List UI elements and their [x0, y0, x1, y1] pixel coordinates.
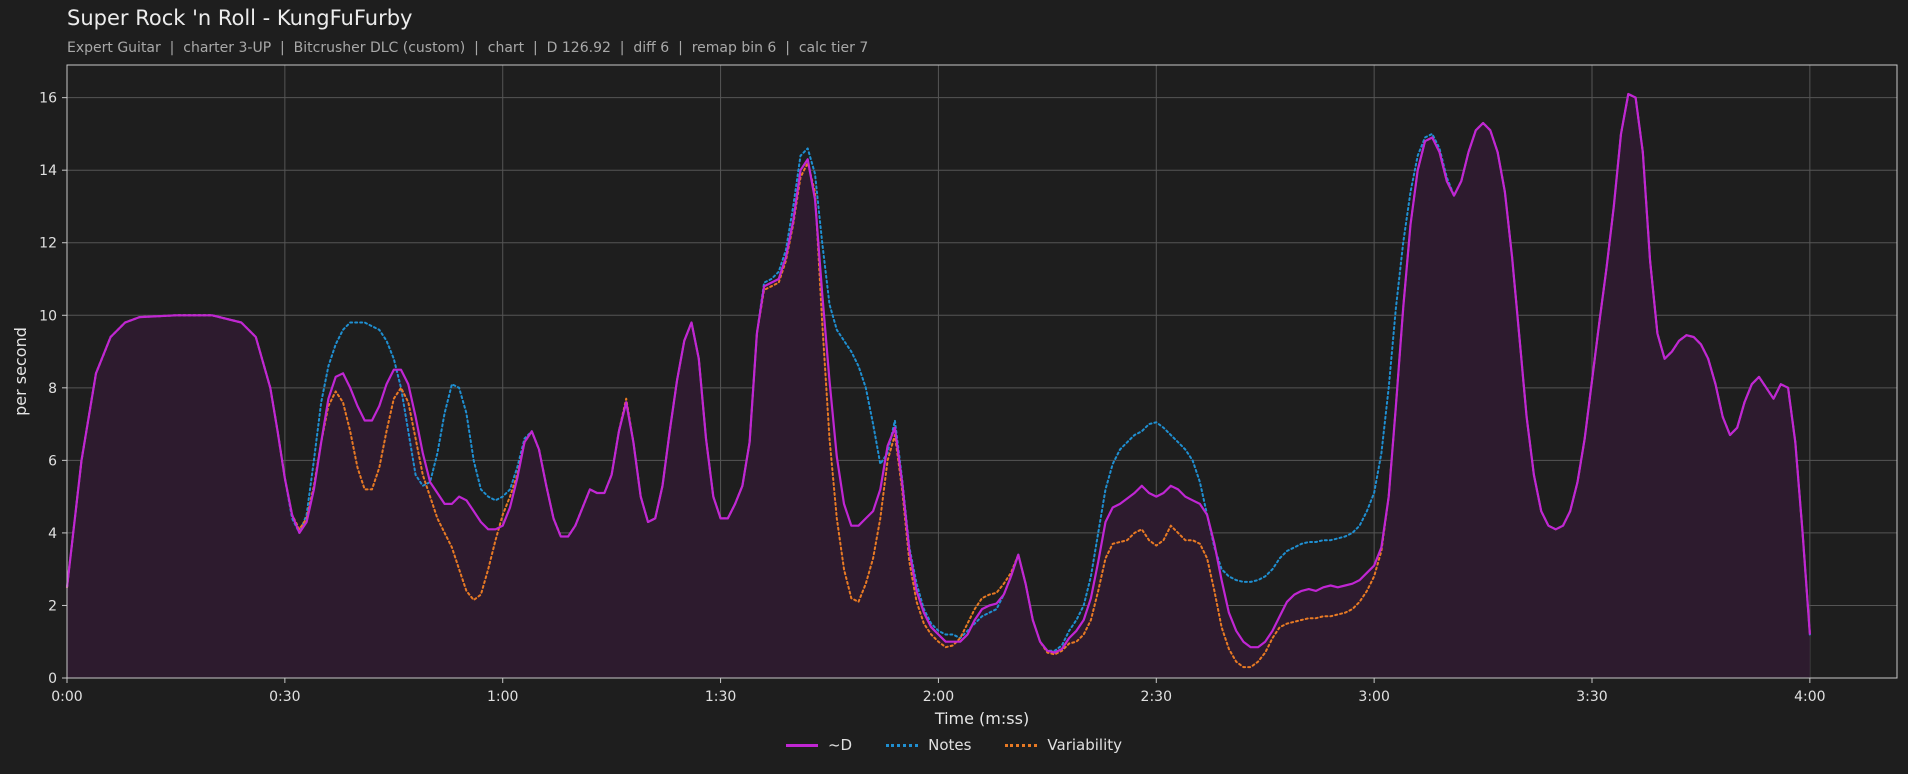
y-axis-label: per second	[11, 327, 30, 416]
legend: ~D Notes Variability	[0, 736, 1908, 754]
legend-label: Variability	[1047, 736, 1123, 754]
y-tick-label: 16	[39, 91, 57, 107]
legend-label: ~D	[827, 736, 853, 754]
y-tick-label: 2	[48, 598, 57, 614]
y-tick-label: 6	[48, 453, 57, 469]
legend-swatch	[1005, 743, 1038, 747]
legend-swatch	[886, 743, 919, 747]
x-tick-label: 3:00	[1358, 689, 1389, 705]
x-tick-label: 0:30	[269, 689, 300, 705]
y-tick-label: 4	[48, 526, 57, 542]
x-tick-label: 0:00	[51, 689, 82, 705]
x-tick-label: 1:00	[487, 689, 518, 705]
x-tick-label: 2:00	[923, 689, 954, 705]
legend-item: ~D	[785, 736, 853, 754]
legend-swatch	[785, 743, 818, 747]
chart-canvas: 0:00 0:30 1:00 1:30 2:00 2:30 3:00 3:30 4:00 0 2 4 6…	[11, 64, 1898, 728]
y-tick-label: 0	[48, 671, 57, 687]
legend-item: Notes	[886, 736, 971, 754]
x-axis-label: Time (m:ss)	[934, 709, 1029, 728]
y-tick-label: 12	[39, 236, 57, 252]
x-tick-label: 4:00	[1794, 689, 1825, 705]
legend-label: Notes	[928, 736, 972, 754]
y-tick-label: 14	[39, 163, 57, 179]
legend-item: Variability	[1005, 736, 1122, 754]
x-tick-label: 2:30	[1141, 689, 1172, 705]
y-tick-label: 8	[48, 381, 57, 397]
y-tick-label: 10	[39, 308, 57, 324]
x-tick-label: 3:30	[1576, 689, 1607, 705]
x-tick-label: 1:30	[705, 689, 736, 705]
